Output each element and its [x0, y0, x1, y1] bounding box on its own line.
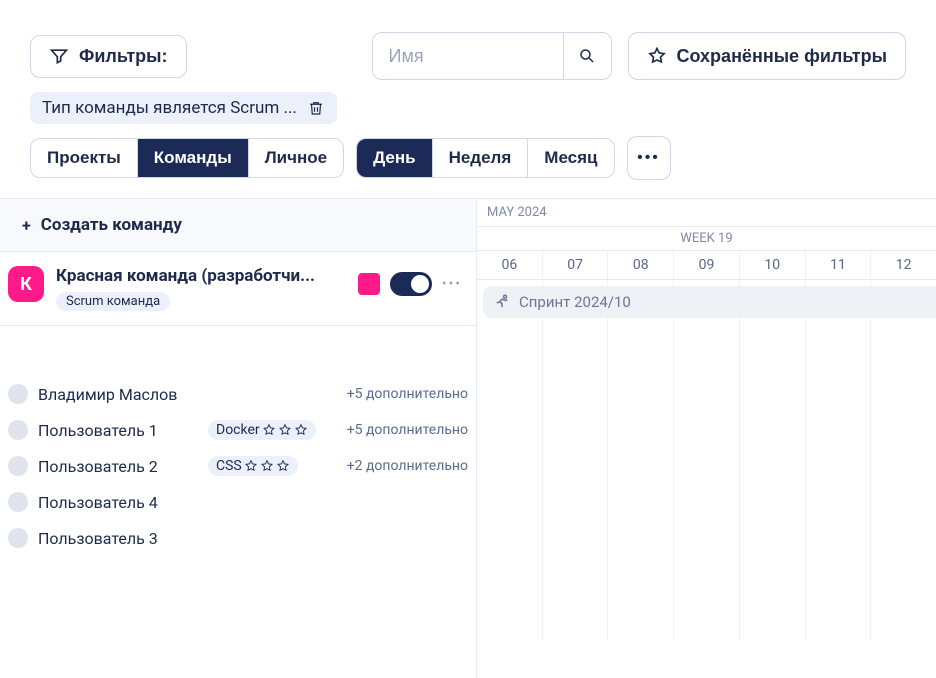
member-extra[interactable]: +5 дополнительно — [347, 422, 468, 438]
timeline-week-label: WEEK 19 — [477, 227, 936, 251]
star-icon — [647, 46, 667, 66]
timeline-day-column — [674, 280, 740, 640]
more-button[interactable]: ••• — [627, 136, 671, 180]
member-name: Пользователь 4 — [38, 493, 198, 512]
member-name: Пользователь 2 — [38, 457, 198, 476]
team-title: Красная команда (разработчи... — [56, 266, 346, 286]
view-tabs: Проекты Команды Личное — [30, 138, 344, 178]
tab-projects[interactable]: Проекты — [31, 139, 138, 177]
skill-pill[interactable]: CSS — [208, 456, 298, 476]
timeline-day-header[interactable]: 11 — [806, 251, 872, 279]
timeline-day-column — [477, 280, 543, 640]
search-icon — [578, 47, 596, 65]
filter-chip-label: Тип команды является Scrum ... — [42, 98, 297, 118]
sprint-icon — [493, 293, 511, 311]
star-icon — [244, 459, 258, 473]
sprint-bar[interactable]: Спринт 2024/10 — [483, 286, 936, 318]
team-color-swatch[interactable] — [358, 273, 380, 295]
team-more-icon[interactable]: ••• — [442, 276, 462, 292]
filter-chip-delete[interactable] — [307, 99, 325, 117]
team-visibility-toggle[interactable] — [390, 272, 432, 296]
member-row[interactable]: Пользователь 2 CSS +2 дополнительно — [8, 448, 468, 484]
team-type-badge: Scrum команда — [56, 292, 170, 311]
tab-day[interactable]: День — [357, 139, 433, 177]
timeline-day-column — [740, 280, 806, 640]
plus-icon: + — [22, 216, 31, 235]
create-team-button[interactable]: + Создать команду — [0, 199, 476, 252]
timeline-day-header[interactable]: 09 — [674, 251, 740, 279]
timeline-day-header[interactable]: 07 — [543, 251, 609, 279]
timeline-day-header[interactable]: 08 — [608, 251, 674, 279]
saved-filters-label: Сохранённые фильтры — [677, 46, 888, 67]
member-name: Владимир Маслов — [38, 385, 198, 404]
trash-icon — [307, 99, 325, 117]
funnel-icon — [49, 46, 69, 66]
member-row[interactable]: Пользователь 4 — [8, 484, 468, 520]
member-avatar — [8, 456, 28, 476]
timeline-day-column — [608, 280, 674, 640]
member-row[interactable]: Пользователь 1 Docker +5 дополнительно — [8, 412, 468, 448]
member-extra[interactable]: +2 дополнительно — [347, 458, 468, 474]
filter-chip[interactable]: Тип команды является Scrum ... — [30, 92, 337, 124]
create-team-label: Создать команду — [41, 215, 182, 235]
tab-week[interactable]: Неделя — [433, 139, 529, 177]
star-icon — [260, 459, 274, 473]
tab-month[interactable]: Месяц — [528, 139, 613, 177]
filters-button[interactable]: Фильтры: — [30, 35, 187, 78]
skill-pill[interactable]: Docker — [208, 420, 316, 440]
skill-label: CSS — [216, 458, 242, 474]
search-button[interactable] — [563, 33, 611, 79]
timeline-month-label: MAY 2024 — [477, 199, 936, 227]
timeline-day-column — [543, 280, 609, 640]
member-row[interactable]: Пользователь 3 — [8, 520, 468, 556]
timeline-day-header[interactable]: 12 — [871, 251, 936, 279]
star-icon — [294, 423, 308, 437]
star-icon — [262, 423, 276, 437]
saved-filters-button[interactable]: Сохранённые фильтры — [628, 32, 907, 80]
member-avatar — [8, 528, 28, 548]
range-tabs: День Неделя Месяц — [356, 138, 614, 178]
member-row[interactable]: Владимир Маслов +5 дополнительно — [8, 376, 468, 412]
member-name: Пользователь 1 — [38, 421, 198, 440]
tab-personal[interactable]: Личное — [249, 139, 343, 177]
member-avatar — [8, 420, 28, 440]
team-row[interactable]: К Красная команда (разработчи... Scrum к… — [0, 252, 476, 326]
filters-label: Фильтры: — [79, 46, 168, 67]
star-icon — [276, 459, 290, 473]
member-name: Пользователь 3 — [38, 529, 198, 548]
timeline-day-column — [806, 280, 872, 640]
tab-teams[interactable]: Команды — [138, 139, 249, 177]
team-avatar: К — [8, 266, 44, 302]
timeline-day-header[interactable]: 10 — [740, 251, 806, 279]
dots-icon: ••• — [637, 149, 660, 167]
star-icon — [278, 423, 292, 437]
sprint-label: Спринт 2024/10 — [519, 293, 631, 311]
skill-label: Docker — [216, 422, 260, 438]
search-input[interactable] — [373, 33, 563, 79]
member-avatar — [8, 384, 28, 404]
timeline-day-column — [871, 280, 936, 640]
member-extra[interactable]: +5 дополнительно — [347, 386, 468, 402]
search-wrap — [372, 32, 612, 80]
timeline-day-header[interactable]: 06 — [477, 251, 543, 279]
member-avatar — [8, 492, 28, 512]
